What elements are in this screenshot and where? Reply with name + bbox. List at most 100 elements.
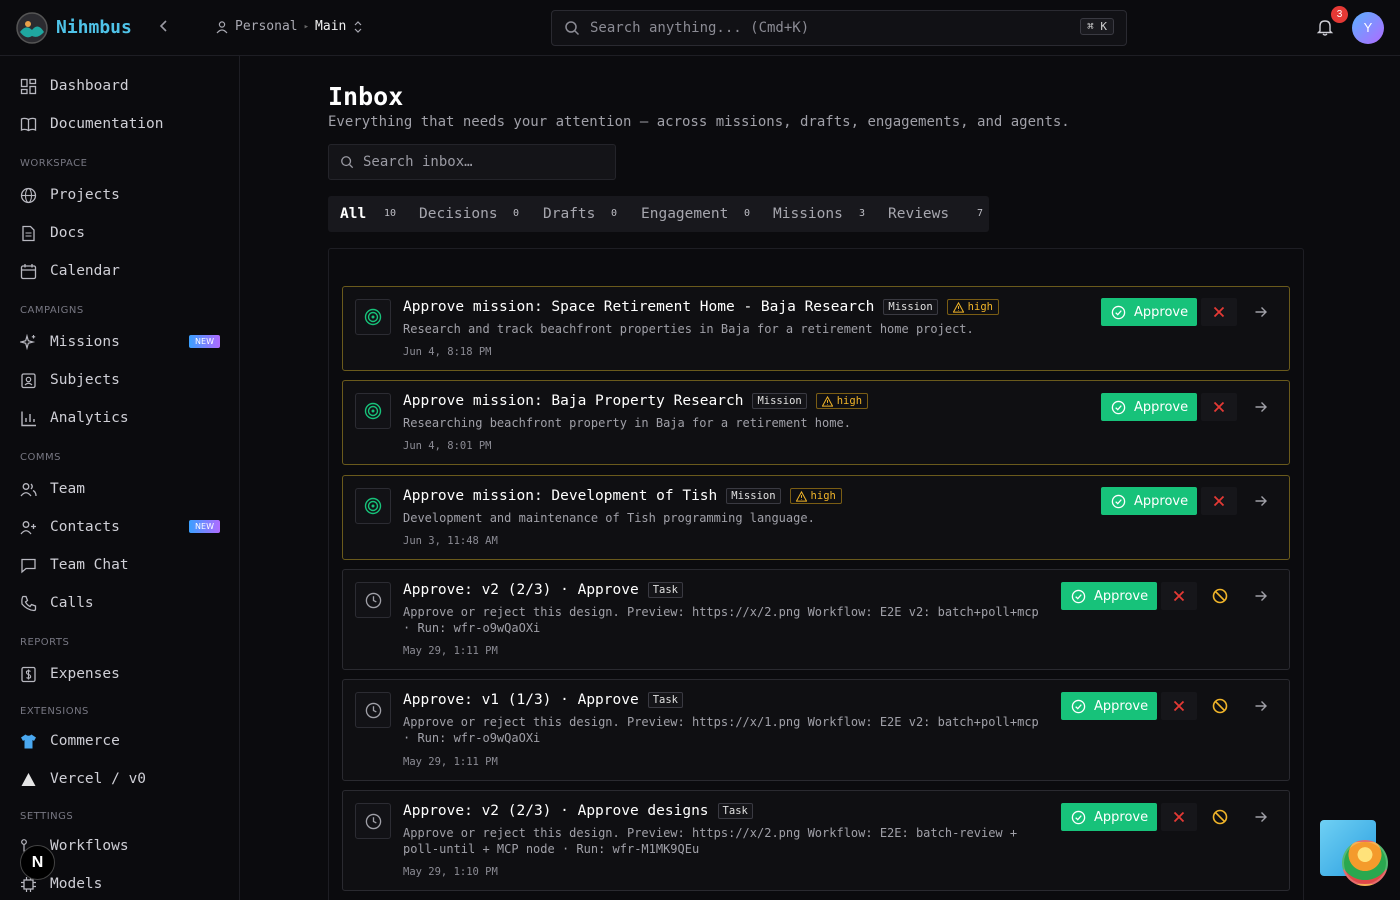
sidebar-item-vercel[interactable]: Vercel / v0 bbox=[20, 767, 220, 791]
new-badge: NEW bbox=[189, 520, 220, 533]
open-arrow-icon[interactable] bbox=[1249, 487, 1273, 515]
tab-count: 0 bbox=[513, 208, 520, 219]
next-dev-button[interactable]: N bbox=[20, 845, 55, 880]
item-type-badge: Task bbox=[647, 582, 683, 598]
sidebar-item-subjects[interactable]: Subjects bbox=[20, 368, 220, 392]
sidebar-item-contacts[interactable]: Contacts NEW bbox=[20, 515, 220, 539]
reject-button[interactable] bbox=[1201, 393, 1237, 421]
reject-button[interactable] bbox=[1201, 487, 1237, 515]
inbox-item[interactable]: Approve mission: Space Retirement Home -… bbox=[342, 286, 1290, 371]
sidebar-item-label: Commerce bbox=[50, 733, 120, 749]
user-icon bbox=[216, 20, 228, 33]
sidebar-item-docs[interactable]: Docs bbox=[20, 221, 220, 245]
check-circle-icon bbox=[1111, 494, 1126, 508]
tab-missions[interactable]: Missions bbox=[773, 196, 843, 232]
collapse-sidebar-icon[interactable] bbox=[157, 18, 171, 37]
inbox-search-input[interactable]: Search inbox… bbox=[328, 144, 616, 180]
skip-button[interactable] bbox=[1202, 692, 1238, 720]
approve-button[interactable]: Approve bbox=[1101, 487, 1197, 515]
sidebar-item-calendar[interactable]: Calendar bbox=[20, 259, 220, 283]
sidebar-item-models[interactable]: Models bbox=[20, 872, 220, 896]
tab-all[interactable]: All bbox=[340, 196, 366, 232]
item-title-row: Approve mission: Baja Property Research … bbox=[403, 393, 869, 409]
close-icon bbox=[1173, 700, 1185, 712]
tab-reviews[interactable]: Reviews bbox=[888, 196, 949, 232]
close-icon bbox=[1213, 306, 1225, 318]
item-description: Approve or reject this design. Preview: … bbox=[403, 715, 1039, 745]
approve-button[interactable]: Approve bbox=[1061, 582, 1157, 610]
brand-logo-icon[interactable] bbox=[16, 12, 48, 44]
palm-tree-sticker-icon[interactable] bbox=[1342, 840, 1388, 886]
open-arrow-icon[interactable] bbox=[1249, 298, 1273, 326]
reject-button[interactable] bbox=[1201, 298, 1237, 326]
workspace-switcher[interactable]: Personal ▸ Main bbox=[215, 19, 364, 34]
triangle-icon bbox=[21, 772, 36, 786]
open-arrow-icon[interactable] bbox=[1249, 393, 1273, 421]
tab-engagement[interactable]: Engagement bbox=[641, 196, 728, 232]
section-title: REPORTS bbox=[20, 637, 70, 648]
close-icon bbox=[1173, 590, 1185, 602]
sidebar-item-analytics[interactable]: Analytics bbox=[20, 406, 220, 430]
approve-button[interactable]: Approve bbox=[1101, 298, 1197, 326]
workspace-name: Main bbox=[315, 19, 347, 34]
book-icon bbox=[20, 117, 37, 131]
sidebar-item-team-chat[interactable]: Team Chat bbox=[20, 553, 220, 577]
global-search-input[interactable]: Search anything... (Cmd+K) ⌘ K bbox=[551, 10, 1127, 46]
user-plus-icon bbox=[20, 520, 36, 534]
sidebar-item-label: Team bbox=[50, 481, 85, 497]
workspace-scope: Personal bbox=[235, 19, 298, 34]
section-title: WORKSPACE bbox=[20, 158, 88, 169]
reject-button[interactable] bbox=[1161, 582, 1197, 610]
priority-label: high bbox=[836, 395, 863, 407]
reject-button[interactable] bbox=[1161, 803, 1197, 831]
item-title-row: Approve: v1 (1/3) · Approve Task bbox=[403, 692, 683, 708]
approve-button[interactable]: Approve bbox=[1061, 692, 1157, 720]
doc-icon bbox=[22, 225, 35, 241]
sidebar-item-dashboard[interactable]: Dashboard bbox=[20, 74, 220, 98]
open-arrow-icon[interactable] bbox=[1249, 692, 1273, 720]
section-title: EXTENSIONS bbox=[20, 706, 89, 717]
approve-label: Approve bbox=[1134, 493, 1189, 509]
tab-count: 0 bbox=[744, 208, 751, 219]
warning-icon bbox=[795, 490, 807, 502]
sidebar-item-label: Analytics bbox=[50, 410, 129, 426]
sidebar-item-commerce[interactable]: Commerce bbox=[20, 729, 220, 753]
page-subtitle: Everything that needs your attention — a… bbox=[328, 114, 1070, 130]
sidebar-item-documentation[interactable]: Documentation bbox=[20, 112, 220, 136]
sidebar-item-label: Vercel / v0 bbox=[50, 771, 147, 787]
inbox-item[interactable]: Approve mission: Baja Property Research … bbox=[342, 380, 1290, 465]
sidebar-item-projects[interactable]: Projects bbox=[20, 183, 220, 207]
open-arrow-icon[interactable] bbox=[1249, 582, 1273, 610]
inbox-item[interactable]: Approve mission: Development of Tish Mis… bbox=[342, 475, 1290, 560]
tab-decisions[interactable]: Decisions bbox=[419, 196, 498, 232]
skip-button[interactable] bbox=[1202, 582, 1238, 610]
inbox-item[interactable]: Approve: v2 (2/3) · Approve Task Approve… bbox=[342, 569, 1290, 670]
bell-icon[interactable] bbox=[1316, 18, 1334, 40]
item-title: Approve mission: Baja Property Research bbox=[403, 393, 744, 409]
globe-icon bbox=[20, 187, 37, 203]
item-date: May 29, 1:10 PM bbox=[403, 866, 498, 878]
warning-icon bbox=[952, 301, 964, 313]
tab-count: 7 bbox=[977, 208, 984, 219]
reject-button[interactable] bbox=[1161, 692, 1197, 720]
avatar[interactable]: Y bbox=[1352, 12, 1384, 44]
approve-button[interactable]: Approve bbox=[1101, 393, 1197, 421]
priority-badge: high bbox=[946, 299, 999, 315]
brand-name[interactable]: Nihmbus bbox=[56, 17, 132, 38]
inbox-item[interactable]: Approve: v2 (2/3) · Approve designs Task… bbox=[342, 790, 1290, 891]
item-description: Approve or reject this design. Preview: … bbox=[403, 826, 1018, 856]
approve-button[interactable]: Approve bbox=[1061, 803, 1157, 831]
sidebar-item-expenses[interactable]: Expenses bbox=[20, 662, 220, 686]
sidebar-item-label: Expenses bbox=[50, 666, 120, 682]
inbox-item[interactable]: Approve: v1 (1/3) · Approve Task Approve… bbox=[342, 679, 1290, 781]
open-arrow-icon[interactable] bbox=[1249, 803, 1273, 831]
item-title: Approve: v2 (2/3) · Approve designs bbox=[403, 803, 709, 819]
sidebar-item-missions[interactable]: Missions NEW bbox=[20, 330, 220, 354]
check-circle-icon bbox=[1071, 589, 1086, 603]
skip-button[interactable] bbox=[1202, 803, 1238, 831]
tab-drafts[interactable]: Drafts bbox=[543, 196, 595, 232]
sidebar-item-label: Calls bbox=[50, 595, 94, 611]
sidebar-item-team[interactable]: Team bbox=[20, 477, 220, 501]
calendar-icon bbox=[20, 263, 37, 279]
sidebar-item-calls[interactable]: Calls bbox=[20, 591, 220, 615]
